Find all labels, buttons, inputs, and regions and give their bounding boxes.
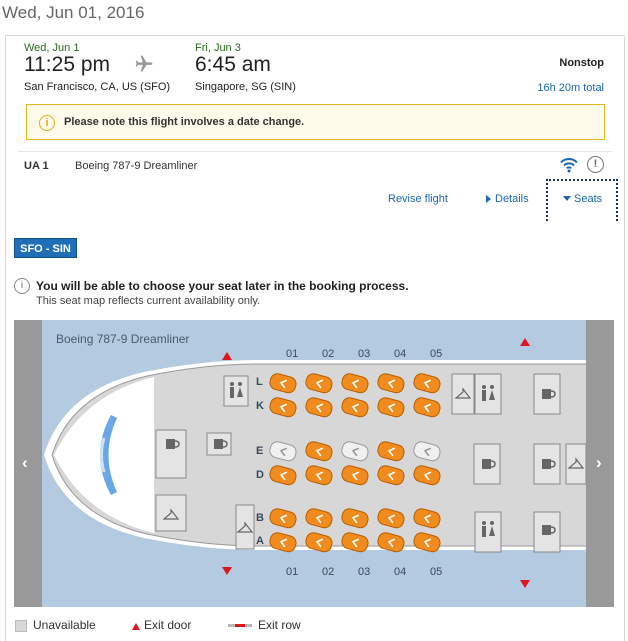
- flight-card: Wed, Jun 1 11:25 pm Fri, Jun 3 6:45 am S…: [5, 35, 625, 221]
- column-label: 03: [358, 566, 371, 578]
- arrival-city: Singapore, SG (SIN): [195, 81, 296, 93]
- seat-info-heading: You will be able to choose your seat lat…: [36, 279, 409, 293]
- galley-front: [155, 429, 187, 479]
- column-label: 02: [322, 348, 335, 360]
- legend-exit-row: Exit row: [258, 618, 301, 632]
- seat-map: Boeing 787-9 Dreamliner 01 02 03 04 05 0…: [14, 320, 614, 607]
- stops-label: Nonstop: [559, 57, 604, 69]
- column-label: 04: [394, 348, 407, 360]
- column-label: 02: [322, 566, 335, 578]
- row-letter: E: [256, 445, 264, 457]
- duration-link[interactable]: 16h 20m total: [537, 82, 604, 94]
- lavatory-front-upper: [223, 375, 249, 407]
- next-section-button[interactable]: ›: [596, 453, 602, 473]
- divider: [18, 151, 612, 152]
- row-letter: K: [256, 400, 264, 412]
- column-label: 01: [286, 566, 299, 578]
- flight-number: UA 1: [24, 160, 49, 172]
- row-letter: B: [256, 512, 264, 524]
- column-label: 05: [430, 566, 443, 578]
- row-letter: A: [256, 535, 264, 547]
- info-icon: i: [14, 278, 30, 294]
- arrival-time: 6:45 am: [195, 53, 271, 76]
- legend-unavailable: Unavailable: [33, 618, 96, 632]
- exit-row-icon: [228, 624, 252, 627]
- column-label: 03: [358, 348, 371, 360]
- aircraft-name: Boeing 787-9 Dreamliner: [75, 160, 198, 172]
- closet-rear-upper: [451, 373, 475, 415]
- column-label: 05: [430, 348, 443, 360]
- alert-icon[interactable]: !: [587, 156, 604, 173]
- seat-map-canvas: [14, 320, 614, 607]
- revise-flight-link[interactable]: Revise flight: [388, 193, 448, 205]
- warning-info-icon: i: [39, 115, 55, 131]
- details-link[interactable]: Details: [486, 193, 529, 205]
- seatmap-aircraft-label: Boeing 787-9 Dreamliner: [56, 332, 190, 346]
- triangle-right-icon: [486, 195, 491, 203]
- notice-text: Please note this flight involves a date …: [64, 116, 305, 128]
- closet-rear-mid: [565, 443, 587, 485]
- seats-label: Seats: [574, 193, 603, 205]
- page-date-header: Wed, Jun 01, 2016: [2, 3, 145, 22]
- date-change-notice: i Please note this flight involves a dat…: [26, 104, 605, 140]
- route-tab-sfo-sin[interactable]: SFO - SIN: [14, 238, 77, 258]
- departure-time: 11:25 pm: [24, 53, 110, 76]
- details-label: Details: [495, 193, 529, 205]
- column-label: 01: [286, 348, 299, 360]
- seats-tab[interactable]: Seats: [546, 179, 618, 221]
- wifi-icon[interactable]: [560, 157, 578, 173]
- lavatory-rear-upper: [474, 373, 502, 415]
- exit-door-icon: [132, 623, 140, 630]
- legend-exit-door: Exit door: [144, 618, 192, 632]
- departure-city: San Francisco, CA, US (SFO): [24, 81, 171, 93]
- airplane-icon: [135, 55, 153, 72]
- column-label: 04: [394, 566, 407, 578]
- seat-info-subtext: This seat map reflects current availabil…: [36, 295, 261, 307]
- triangle-down-icon: [563, 196, 571, 201]
- row-letter: L: [256, 376, 263, 388]
- unavailable-swatch: [15, 620, 27, 632]
- closet-front-lower: [235, 504, 255, 550]
- previous-section-button[interactable]: ‹: [22, 453, 28, 473]
- row-letter: D: [256, 469, 264, 481]
- lavatory-rear-lower: [474, 511, 502, 553]
